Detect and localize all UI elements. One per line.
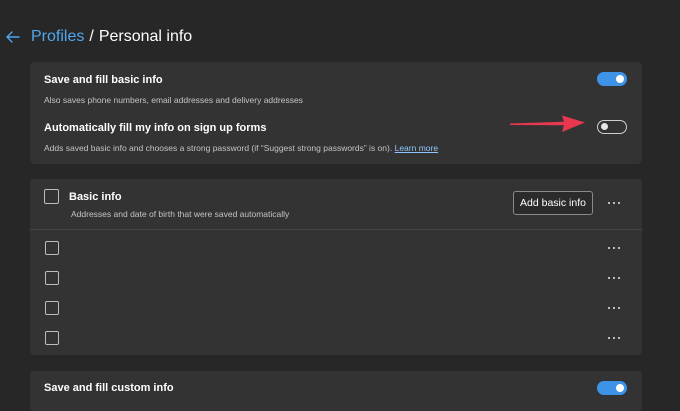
basic-info-title: Basic info (69, 191, 122, 203)
basic-info-description: Addresses and date of birth that were sa… (71, 209, 290, 219)
basic-info-more-icon[interactable] (604, 196, 624, 210)
breadcrumb-separator: / (89, 28, 94, 45)
breadcrumb: Profiles / Personal info (6, 26, 192, 48)
auto-fill-signup-title: Automatically fill my info on sign up fo… (44, 122, 267, 134)
entry-checkbox[interactable] (45, 271, 59, 285)
entry-more-icon[interactable] (604, 331, 624, 345)
page-title: Personal info (98, 28, 193, 45)
custom-info-card: Save and fill custom info (30, 371, 642, 411)
toggle-knob (616, 75, 624, 83)
entry-checkbox[interactable] (45, 241, 59, 255)
toggle-knob (601, 123, 608, 131)
breadcrumb-profiles-link[interactable]: Profiles (31, 28, 84, 46)
save-fill-basic-toggle[interactable] (597, 72, 627, 86)
divider (30, 229, 642, 230)
entry-more-icon[interactable] (604, 241, 624, 255)
entry-more-icon[interactable] (604, 301, 624, 315)
basic-info-card: Basic info Addresses and date of birth t… (30, 179, 642, 355)
annotation-arrow-icon (510, 115, 585, 132)
save-fill-basic-description: Also saves phone numbers, email addresse… (44, 95, 303, 105)
entry-checkbox[interactable] (45, 301, 59, 315)
save-fill-basic-title: Save and fill basic info (44, 74, 163, 86)
arrow-left-icon[interactable] (6, 29, 22, 45)
toggle-knob (616, 384, 624, 392)
basic-info-select-all-checkbox[interactable] (44, 189, 59, 204)
auto-fill-signup-description-row: Adds saved basic info and chooses a stro… (44, 143, 438, 153)
save-fill-custom-toggle[interactable] (597, 381, 627, 395)
entry-checkbox[interactable] (45, 331, 59, 345)
learn-more-link[interactable]: Learn more (395, 143, 438, 153)
entry-more-icon[interactable] (604, 271, 624, 285)
save-fill-custom-title: Save and fill custom info (44, 382, 174, 394)
add-basic-info-button[interactable]: Add basic info (513, 191, 593, 215)
auto-fill-signup-description: Adds saved basic info and chooses a stro… (44, 143, 393, 153)
auto-fill-signup-toggle[interactable] (597, 120, 627, 134)
